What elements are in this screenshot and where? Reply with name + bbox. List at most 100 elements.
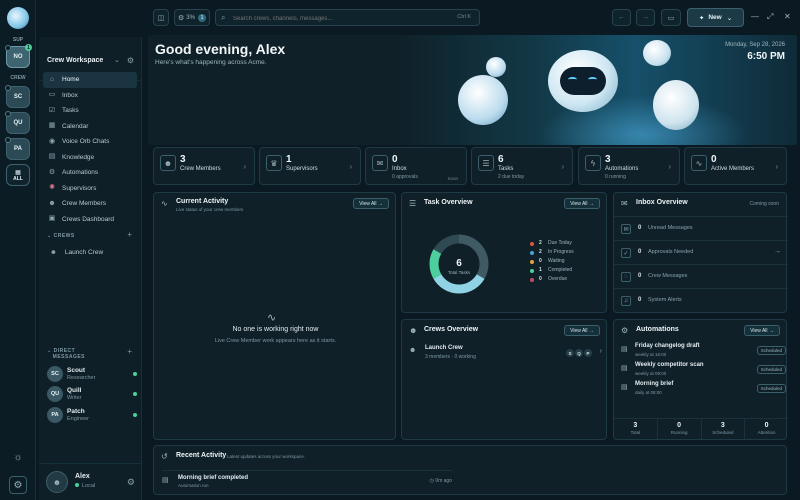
stat-card-tasks[interactable]: ☰ 6 Tasks 2 due today ›	[471, 147, 573, 185]
stat-sub: 0 running	[605, 174, 626, 180]
sidebar-item-inbox[interactable]: ▭ Inbox	[43, 88, 137, 104]
inbox-row-approvals[interactable]: ✓ 0 Approvals Needed →	[614, 240, 788, 264]
sidebar-item-voice-orb-chats[interactable]: ◉ Voice Orb Chats	[43, 134, 137, 150]
view-all-button[interactable]: View All →	[564, 325, 600, 336]
sun-icon[interactable]: ☼	[11, 451, 25, 465]
toggle-sidebar-button[interactable]: ◫	[153, 9, 169, 26]
workspace-gear-icon[interactable]: ⚙	[127, 56, 134, 65]
rail-workspace-no[interactable]: NO 1	[5, 44, 32, 68]
robot-eye	[588, 77, 597, 82]
inbox-row-crew-messages[interactable]: ◌ 0 Crew Messages	[614, 264, 788, 288]
rail-workspace-qu[interactable]: QU	[5, 111, 30, 134]
app-orb-logo[interactable]	[7, 7, 29, 29]
mail-icon: ✉	[372, 155, 388, 171]
sidebar-item-knowledge[interactable]: ▤ Knowledge	[43, 150, 137, 166]
stat-card-active-members[interactable]: ∿ 0 Active Members ›	[684, 147, 787, 185]
task-overview-card: ☰ Task Overview View All → 6 Total Tasks…	[401, 192, 607, 313]
gauge-icon: ⚙	[178, 14, 185, 22]
stat-label: Attention	[757, 430, 776, 435]
stat-label: Crew Members	[180, 166, 221, 172]
chevron-down-icon[interactable]: ⌄	[114, 56, 120, 64]
crew-row-launch[interactable]: ☻ Launch Crew 3 members · 0 working S Q …	[407, 344, 604, 364]
stat-label: Automations	[605, 166, 639, 172]
view-all-button[interactable]: View All →	[744, 325, 780, 336]
donut-segment	[429, 249, 442, 279]
automation-item[interactable]: ▤ Morning brief daily at 08:00 Scheduled	[619, 381, 786, 399]
new-button-label: New	[708, 14, 722, 21]
sidebar-item-supervisors[interactable]: ✺ Supervisors	[43, 181, 137, 197]
document-icon: ▤	[621, 384, 628, 391]
lightning-icon: ϟ	[585, 155, 601, 171]
stat-card-inbox[interactable]: ✉ 0 Inbox 0 approvals Soon	[365, 147, 467, 185]
robot-mascot-illustration	[486, 57, 506, 77]
dm-item-quill[interactable]: QU Quill Writer	[47, 386, 137, 402]
sidebar-crew-launch[interactable]: ☻ Launch Crew	[45, 245, 135, 260]
rail-sub-indicator	[5, 85, 11, 91]
automation-item[interactable]: ▤ Friday changelog draft weekly at 16:00…	[619, 343, 786, 361]
stat-value: 3	[180, 154, 186, 165]
stat-card-automations[interactable]: ϟ 3 Automations 0 running ›	[578, 147, 680, 185]
supervisor-icon: ✺	[49, 184, 55, 192]
rail-workspace-pa[interactable]: PA	[5, 137, 30, 160]
online-dot	[133, 392, 137, 396]
chevron-right-icon: ›	[561, 164, 564, 171]
automation-item[interactable]: ▤ Weekly competitor scan weekly at 09:00…	[619, 362, 786, 380]
sidebar-item-tasks[interactable]: ☑ Tasks	[43, 103, 137, 119]
crew-status: 3 members · 0 working	[425, 354, 476, 360]
dm-name: Patch	[67, 408, 85, 415]
view-all-button[interactable]: View All →	[353, 198, 389, 209]
close-icon[interactable]: ✕	[784, 12, 791, 21]
automation-stat-scheduled: 3 Scheduled	[702, 419, 746, 439]
sidebar-item-label: Crew Members	[62, 200, 107, 208]
stat-label: Total	[630, 430, 641, 435]
dm-section-label[interactable]: ⌄ DIRECT MESSAGES	[47, 348, 85, 360]
stat-card-crew-members[interactable]: ☻ 3 Crew Members ›	[153, 147, 255, 185]
current-user[interactable]: ☻ Alex Local ⚙	[39, 463, 142, 500]
forward-button[interactable]: →	[636, 9, 655, 26]
usage-button[interactable]: ⚙ 3% 1	[174, 9, 210, 26]
sidebar-item-crews-dashboard[interactable]: ▣ Crews Dashboard	[43, 212, 137, 228]
card-subtitle: Live status of your crew members	[176, 207, 244, 212]
add-crew-plus-icon[interactable]: +	[127, 230, 132, 239]
stat-value: 0	[711, 154, 717, 165]
dm-role: Researcher	[67, 375, 96, 381]
inbox-row-label: Crew Messages	[648, 273, 688, 279]
workspace-name[interactable]: Crew Workspace	[47, 57, 103, 64]
automation-schedule: daily at 08:00	[635, 390, 662, 395]
add-dm-plus-icon[interactable]: +	[127, 347, 132, 356]
rail-workspace-sc[interactable]: SC	[5, 85, 30, 108]
maximize-icon[interactable]: ⤢	[767, 12, 773, 22]
dm-item-scout[interactable]: SC Scout Researcher	[47, 366, 137, 382]
minimize-icon[interactable]: —	[751, 12, 759, 21]
dm-item-patch[interactable]: PA Patch Engineer	[47, 407, 137, 423]
sidebar-item-home[interactable]: ⌂ Home	[43, 72, 137, 88]
settings-gear-icon[interactable]: ⚙	[9, 476, 27, 494]
recent-activity-item[interactable]: ▤ Morning brief completed Automation run…	[162, 470, 452, 488]
search-input[interactable]	[233, 13, 433, 24]
back-button[interactable]: ←	[612, 9, 631, 26]
rail-crew-label: CREW	[10, 75, 26, 81]
sidebar-item-automations[interactable]: ⚙ Automations	[43, 165, 137, 181]
new-button[interactable]: ✦ New ⌄	[687, 8, 744, 27]
sidebar-item-crew-members[interactable]: ☻ Crew Members	[43, 196, 137, 212]
inbox-row-system-alerts[interactable]: ♫ 0 System Alerts	[614, 288, 788, 312]
sidebar-item-label: Supervisors	[62, 184, 97, 192]
sidebar-item-label: Voice Orb Chats	[62, 138, 110, 146]
sidebar-item-calendar[interactable]: ▦ Calendar	[43, 119, 137, 135]
page-subtitle: Here's what's happening across Acme.	[155, 59, 267, 66]
inbox-row-unread[interactable]: ✉ 0 Unread Messages	[614, 216, 788, 240]
inbox-row-label: Unread Messages	[648, 225, 693, 231]
search-bar[interactable]: ⌕ Ctrl K	[215, 9, 480, 26]
stat-label: Supervisors	[286, 166, 318, 172]
check-shield-icon: ✓	[621, 248, 631, 258]
stat-card-supervisors[interactable]: ♛ 1 Supervisors ›	[259, 147, 361, 185]
rail-all-button[interactable]: ▦ ALL	[6, 164, 30, 186]
users-icon: ☻	[48, 199, 56, 207]
crews-section-label[interactable]: ⌄ CREWS	[47, 233, 75, 239]
view-all-button[interactable]: View All →	[564, 198, 600, 209]
user-gear-icon[interactable]: ⚙	[127, 477, 135, 488]
member-badge: Q	[575, 349, 583, 357]
page-title: Good evening, Alex	[155, 41, 286, 57]
card-subtitle: Latest updates across your workspace.	[227, 454, 306, 459]
display-button[interactable]: ▭	[661, 9, 681, 26]
